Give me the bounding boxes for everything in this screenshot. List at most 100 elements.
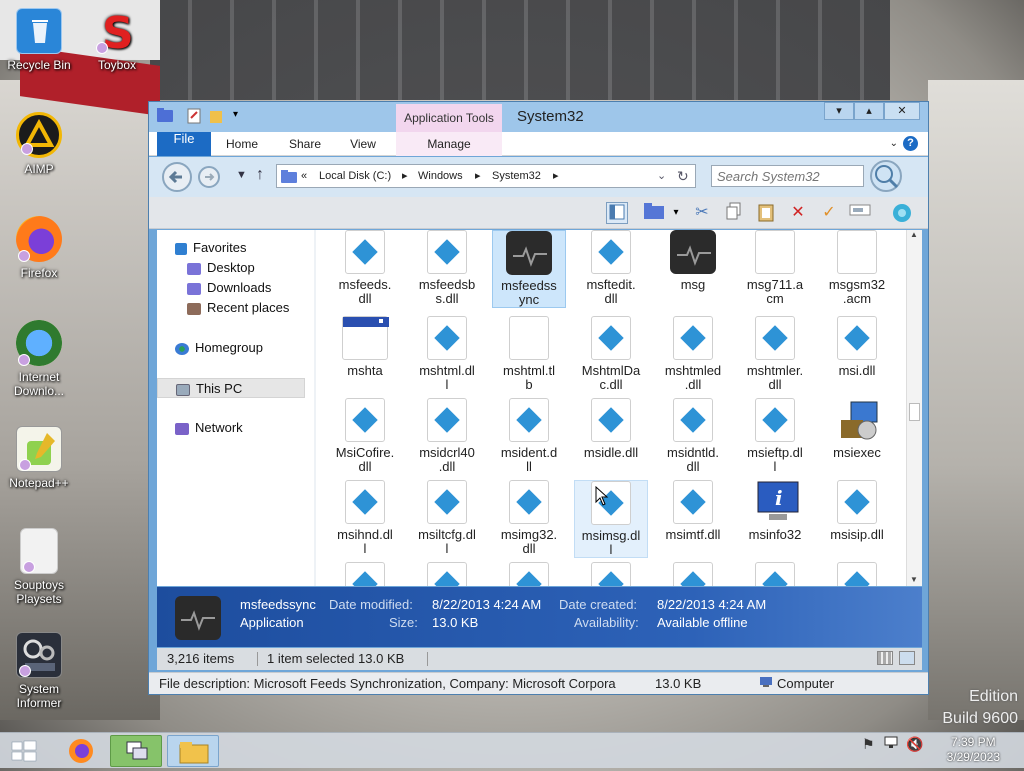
help-icon[interactable]: ? <box>903 136 918 151</box>
delete-icon[interactable]: ✕ <box>787 202 809 224</box>
desktop-icon-souptoys[interactable]: Souptoys Playsets <box>0 528 78 606</box>
file-item-partial[interactable] <box>656 562 730 586</box>
file-item[interactable]: mshtmler. dll <box>738 316 812 392</box>
file-item-partial[interactable] <box>492 562 566 586</box>
tab-view[interactable]: View <box>347 132 379 156</box>
taskbar-firefox[interactable] <box>55 735 107 767</box>
action-center-flag-icon[interactable]: ⚑ <box>862 736 875 753</box>
cut-icon[interactable]: ✂ <box>691 202 713 224</box>
vertical-scrollbar[interactable]: ▲ ▼ <box>906 230 922 586</box>
scroll-up-arrow[interactable]: ▲ <box>910 230 918 239</box>
preview-pane-icon[interactable] <box>606 202 628 224</box>
desktop-icon-firefox[interactable]: Firefox <box>0 216 78 280</box>
ribbon-expand-icon[interactable]: ⌄ <box>890 132 898 156</box>
back-button[interactable] <box>162 162 192 192</box>
file-item[interactable]: i msinfo32 <box>738 480 812 542</box>
network-tray-icon[interactable] <box>884 736 900 753</box>
file-item[interactable]: msftedit. dll <box>574 230 648 306</box>
nav-homegroup[interactable]: Homegroup <box>175 338 263 358</box>
file-item[interactable]: msfeedss ync <box>492 230 566 308</box>
file-item[interactable]: msihnd.dl l <box>328 480 402 556</box>
folder-view-icon[interactable] <box>643 202 665 224</box>
properties-icon[interactable] <box>187 108 201 127</box>
maximize-button[interactable]: ▴ <box>854 102 884 120</box>
desktop-icon-recycle-bin[interactable]: Recycle Bin <box>0 8 78 72</box>
file-item[interactable]: msieftp.dl l <box>738 398 812 474</box>
file-item[interactable]: msg <box>656 230 730 292</box>
options-icon[interactable] <box>891 202 913 224</box>
file-item[interactable]: msiexec <box>820 398 894 460</box>
desktop-icon-toybox[interactable]: S Toybox <box>78 8 156 72</box>
clock[interactable]: 7:39 PM 3/29/2023 <box>947 735 1000 765</box>
quick-access-dropdown-icon[interactable]: ▾ <box>233 109 238 120</box>
rename-icon[interactable] <box>849 202 871 224</box>
file-item[interactable]: msidcrl40 .dll <box>410 398 484 474</box>
volume-muted-icon[interactable]: 🔇 <box>906 736 923 753</box>
refresh-icon[interactable]: ↻ <box>677 165 689 187</box>
file-item[interactable]: msimg32. dll <box>492 480 566 556</box>
file-item-partial[interactable] <box>738 562 812 586</box>
recent-locations-icon[interactable]: ▼ <box>236 169 247 181</box>
file-item-partial[interactable] <box>328 562 402 586</box>
title-bar[interactable]: ▾ Application Tools System32 ▾ ▴ ✕ <box>149 102 928 132</box>
scroll-thumb[interactable] <box>909 403 920 421</box>
nav-network[interactable]: Network <box>175 418 243 438</box>
tab-home[interactable]: Home <box>221 132 263 156</box>
file-item[interactable]: MsiCofire. dll <box>328 398 402 474</box>
desktop-icon-internet-download-manager[interactable]: Internet Downlo... <box>0 320 78 398</box>
file-item-partial[interactable] <box>574 562 648 586</box>
file-item[interactable]: msimtf.dll <box>656 480 730 542</box>
close-button[interactable]: ✕ <box>884 102 920 120</box>
details-view-icon[interactable] <box>877 651 893 665</box>
nav-favorites[interactable]: Favorites <box>175 238 246 258</box>
file-item[interactable]: MshtmlDa c.dll <box>574 316 648 392</box>
desktop-icon-aimp[interactable]: AIMP <box>0 112 78 176</box>
desktop-icon-system-informer[interactable]: System Informer <box>0 632 78 710</box>
file-item[interactable]: msi.dll <box>820 316 894 378</box>
nav-recent-places[interactable]: Recent places <box>187 298 289 318</box>
select-all-icon[interactable]: ✓ <box>818 202 840 224</box>
file-item[interactable]: msfeedsb s.dll <box>410 230 484 306</box>
desktop-icon-notepad-plus-plus[interactable]: Notepad++ <box>0 426 78 490</box>
minimize-button[interactable]: ▾ <box>824 102 854 120</box>
breadcrumb-system32[interactable]: System32 <box>492 165 541 187</box>
tab-manage[interactable]: Manage <box>396 132 502 156</box>
file-item[interactable]: msidntld. dll <box>656 398 730 474</box>
start-button[interactable] <box>0 735 48 767</box>
search-input[interactable] <box>711 165 864 187</box>
nav-this-pc[interactable]: This PC <box>157 378 305 398</box>
paste-icon[interactable] <box>755 202 777 224</box>
tab-file[interactable]: File <box>157 132 211 156</box>
new-folder-icon[interactable] <box>209 108 223 127</box>
view-dropdown-icon[interactable]: ▾ <box>665 202 687 224</box>
file-item-partial[interactable] <box>410 562 484 586</box>
scroll-down-arrow[interactable]: ▼ <box>910 575 918 584</box>
file-item[interactable]: msiltcfg.dl l <box>410 480 484 556</box>
file-item[interactable]: msfeeds. dll <box>328 230 402 306</box>
file-item[interactable]: mshtmled .dll <box>656 316 730 392</box>
taskbar-file-explorer[interactable] <box>167 735 219 767</box>
file-item[interactable]: mshtml.tl b <box>492 316 566 392</box>
file-item[interactable]: msimsg.dl l <box>574 480 648 558</box>
breadcrumb-local-disk[interactable]: Local Disk (C:) <box>319 165 391 187</box>
taskbar-network-app[interactable] <box>110 735 162 767</box>
file-item[interactable]: mshta <box>328 316 402 378</box>
search-globe-icon[interactable] <box>870 160 902 192</box>
address-dropdown-icon[interactable]: ⌄ <box>657 165 666 187</box>
file-item[interactable]: msgsm32 .acm <box>820 230 894 306</box>
file-item[interactable]: msg711.a cm <box>738 230 812 306</box>
nav-downloads[interactable]: Downloads <box>187 278 271 298</box>
breadcrumb-windows[interactable]: Windows <box>418 165 463 187</box>
forward-button[interactable] <box>198 166 220 188</box>
file-item-partial[interactable] <box>820 562 894 586</box>
file-item[interactable]: msident.d ll <box>492 398 566 474</box>
copy-icon[interactable] <box>723 202 745 224</box>
large-icons-view-icon[interactable] <box>899 651 915 665</box>
file-item[interactable]: msidle.dll <box>574 398 648 460</box>
nav-desktop[interactable]: Desktop <box>187 258 255 278</box>
address-bar[interactable]: « Local Disk (C:) ▸ Windows ▸ System32 ▸… <box>276 164 696 188</box>
file-item[interactable]: msisip.dll <box>820 480 894 542</box>
file-item[interactable]: mshtml.dl l <box>410 316 484 392</box>
up-button[interactable]: ↑ <box>256 166 264 184</box>
tab-share[interactable]: Share <box>285 132 325 156</box>
